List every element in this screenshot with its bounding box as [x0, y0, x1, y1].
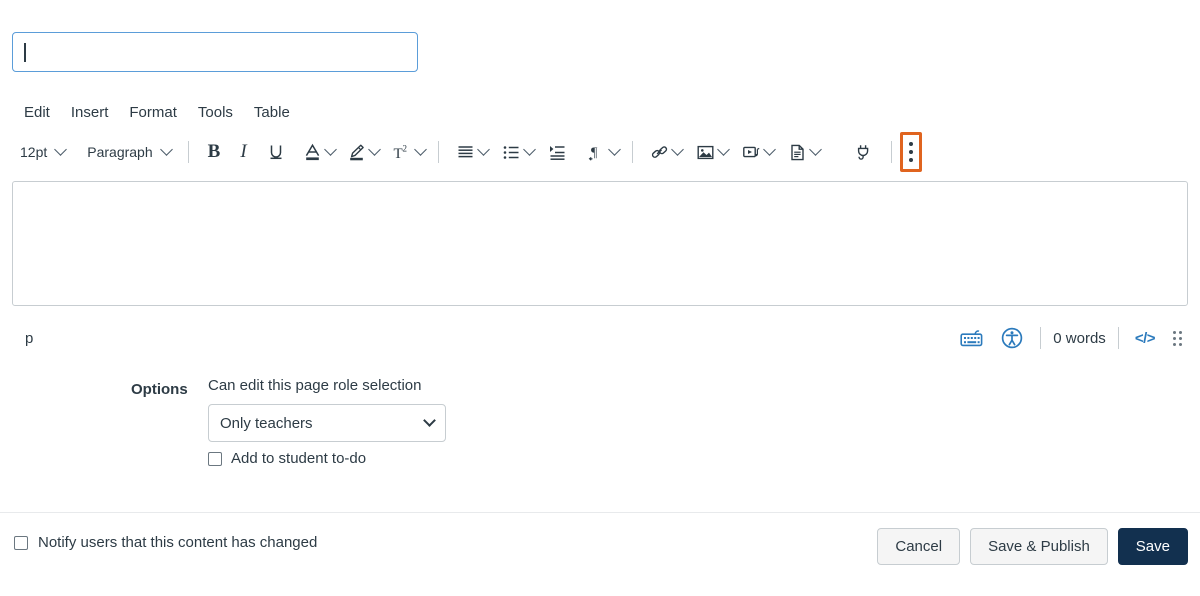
footer-divider [0, 512, 1200, 513]
student-todo-option[interactable]: Add to student to-do [208, 450, 366, 467]
block-format-dropdown[interactable]: Paragraph [79, 137, 178, 167]
editor-statusbar: p 0 words </> [12, 318, 1188, 358]
save-button[interactable]: Save [1117, 528, 1188, 565]
add-to-student-todo-label: Add to student to-do [231, 450, 367, 467]
chevron-down-icon [808, 142, 822, 156]
bold-button[interactable]: B [198, 137, 231, 167]
toolbar-divider [437, 141, 439, 163]
keyboard-icon [960, 329, 983, 346]
statusbar-divider [1040, 327, 1042, 349]
text-color-button[interactable] [295, 137, 339, 167]
chevron-down-icon [367, 142, 381, 156]
page-editor-root: Edit Insert Format Tools Table 12pt Para… [0, 0, 1200, 596]
chevron-down-icon [423, 413, 436, 427]
html-editor-toggle[interactable]: </> [1127, 330, 1163, 347]
svg-text:T: T [393, 146, 402, 162]
underline-icon [270, 145, 282, 160]
chevron-down-icon [670, 142, 684, 156]
highlight-color-button[interactable] [339, 137, 383, 167]
indent-button[interactable] [538, 137, 577, 167]
link-icon [651, 145, 667, 158]
superscript-subscript-icon: T 2 [393, 143, 407, 162]
menu-item-insert[interactable]: Insert [60, 101, 119, 125]
editor-menubar: Edit Insert Format Tools Table [12, 100, 300, 126]
image-button[interactable] [686, 137, 732, 167]
element-path: p [25, 329, 34, 347]
chevron-down-icon [54, 142, 68, 156]
keyboard-shortcuts-button[interactable] [951, 329, 992, 348]
chevron-down-icon [413, 142, 427, 156]
highlight-color-icon [349, 144, 364, 160]
kebab-menu-icon [908, 142, 913, 162]
toolbar-divider [890, 141, 892, 163]
bold-icon: B [207, 141, 221, 162]
accessibility-checker-icon [1002, 327, 1023, 349]
notify-users-option[interactable]: Notify users that this content has chang… [14, 534, 317, 551]
italic-button[interactable]: I [230, 137, 256, 167]
align-icon [458, 145, 473, 157]
text-direction-icon: ¶ [588, 145, 598, 161]
font-size-dropdown[interactable]: 12pt [12, 137, 73, 167]
page-title-input[interactable] [12, 32, 418, 72]
image-icon [697, 145, 714, 159]
svg-text:2: 2 [402, 143, 407, 153]
footer-button-group: Cancel Save & Publish Save [877, 528, 1188, 565]
statusbar-right-group: 0 words </> [951, 327, 1188, 349]
apps-plug-icon [857, 144, 868, 160]
font-size-value: 12pt [20, 144, 48, 160]
role-selection-select[interactable]: Only teachers [208, 404, 446, 442]
chevron-down-icon [159, 142, 173, 156]
chevron-down-icon [323, 142, 337, 156]
menu-item-edit[interactable]: Edit [12, 101, 60, 125]
chevron-down-icon [522, 142, 536, 156]
superscript-button[interactable]: T 2 [383, 137, 429, 167]
word-count: 0 words [1053, 329, 1106, 347]
text-cursor-icon [24, 42, 25, 62]
editor-toolbar: 12pt Paragraph B I T 2 ¶ [12, 132, 1188, 172]
add-to-student-todo-checkbox[interactable] [208, 451, 222, 466]
menu-item-format[interactable]: Format [118, 101, 187, 125]
save-and-publish-button[interactable]: Save & Publish [970, 528, 1108, 565]
statusbar-divider [1117, 327, 1119, 349]
media-button[interactable] [732, 137, 778, 167]
toolbar-divider [187, 141, 189, 163]
bullet-list-icon [503, 145, 519, 159]
cancel-button[interactable]: Cancel [877, 528, 961, 565]
document-button[interactable] [778, 137, 824, 167]
indent-icon [549, 145, 565, 160]
bullet-list-button[interactable] [492, 137, 538, 167]
block-format-value: Paragraph [87, 144, 153, 160]
resize-grip-icon[interactable] [1163, 330, 1188, 346]
align-button[interactable] [448, 137, 492, 167]
rich-text-editor-body[interactable] [12, 181, 1188, 306]
options-label: Options [131, 381, 188, 398]
notify-users-checkbox[interactable] [14, 535, 28, 550]
apps-button[interactable] [842, 137, 885, 167]
media-icon [742, 146, 760, 157]
text-color-icon [305, 143, 319, 160]
chevron-down-icon [607, 142, 621, 156]
chevron-down-icon [716, 142, 730, 156]
toolbar-divider [631, 141, 633, 163]
role-selection-value: Only teachers [220, 414, 313, 432]
underline-button[interactable] [257, 137, 295, 167]
chevron-down-icon [762, 142, 776, 156]
accessibility-checker-button[interactable] [992, 327, 1032, 349]
notify-users-label: Notify users that this content has chang… [38, 534, 318, 551]
toolbar-overflow-menu-button[interactable] [899, 132, 922, 172]
chevron-down-icon [476, 142, 490, 156]
document-icon [790, 144, 804, 160]
italic-icon: I [240, 141, 247, 162]
text-direction-button[interactable]: ¶ [577, 137, 623, 167]
role-selection-label: Can edit this page role selection [208, 377, 422, 394]
link-button[interactable] [642, 137, 686, 167]
menu-item-tools[interactable]: Tools [187, 101, 243, 125]
menu-item-table[interactable]: Table [243, 101, 300, 125]
